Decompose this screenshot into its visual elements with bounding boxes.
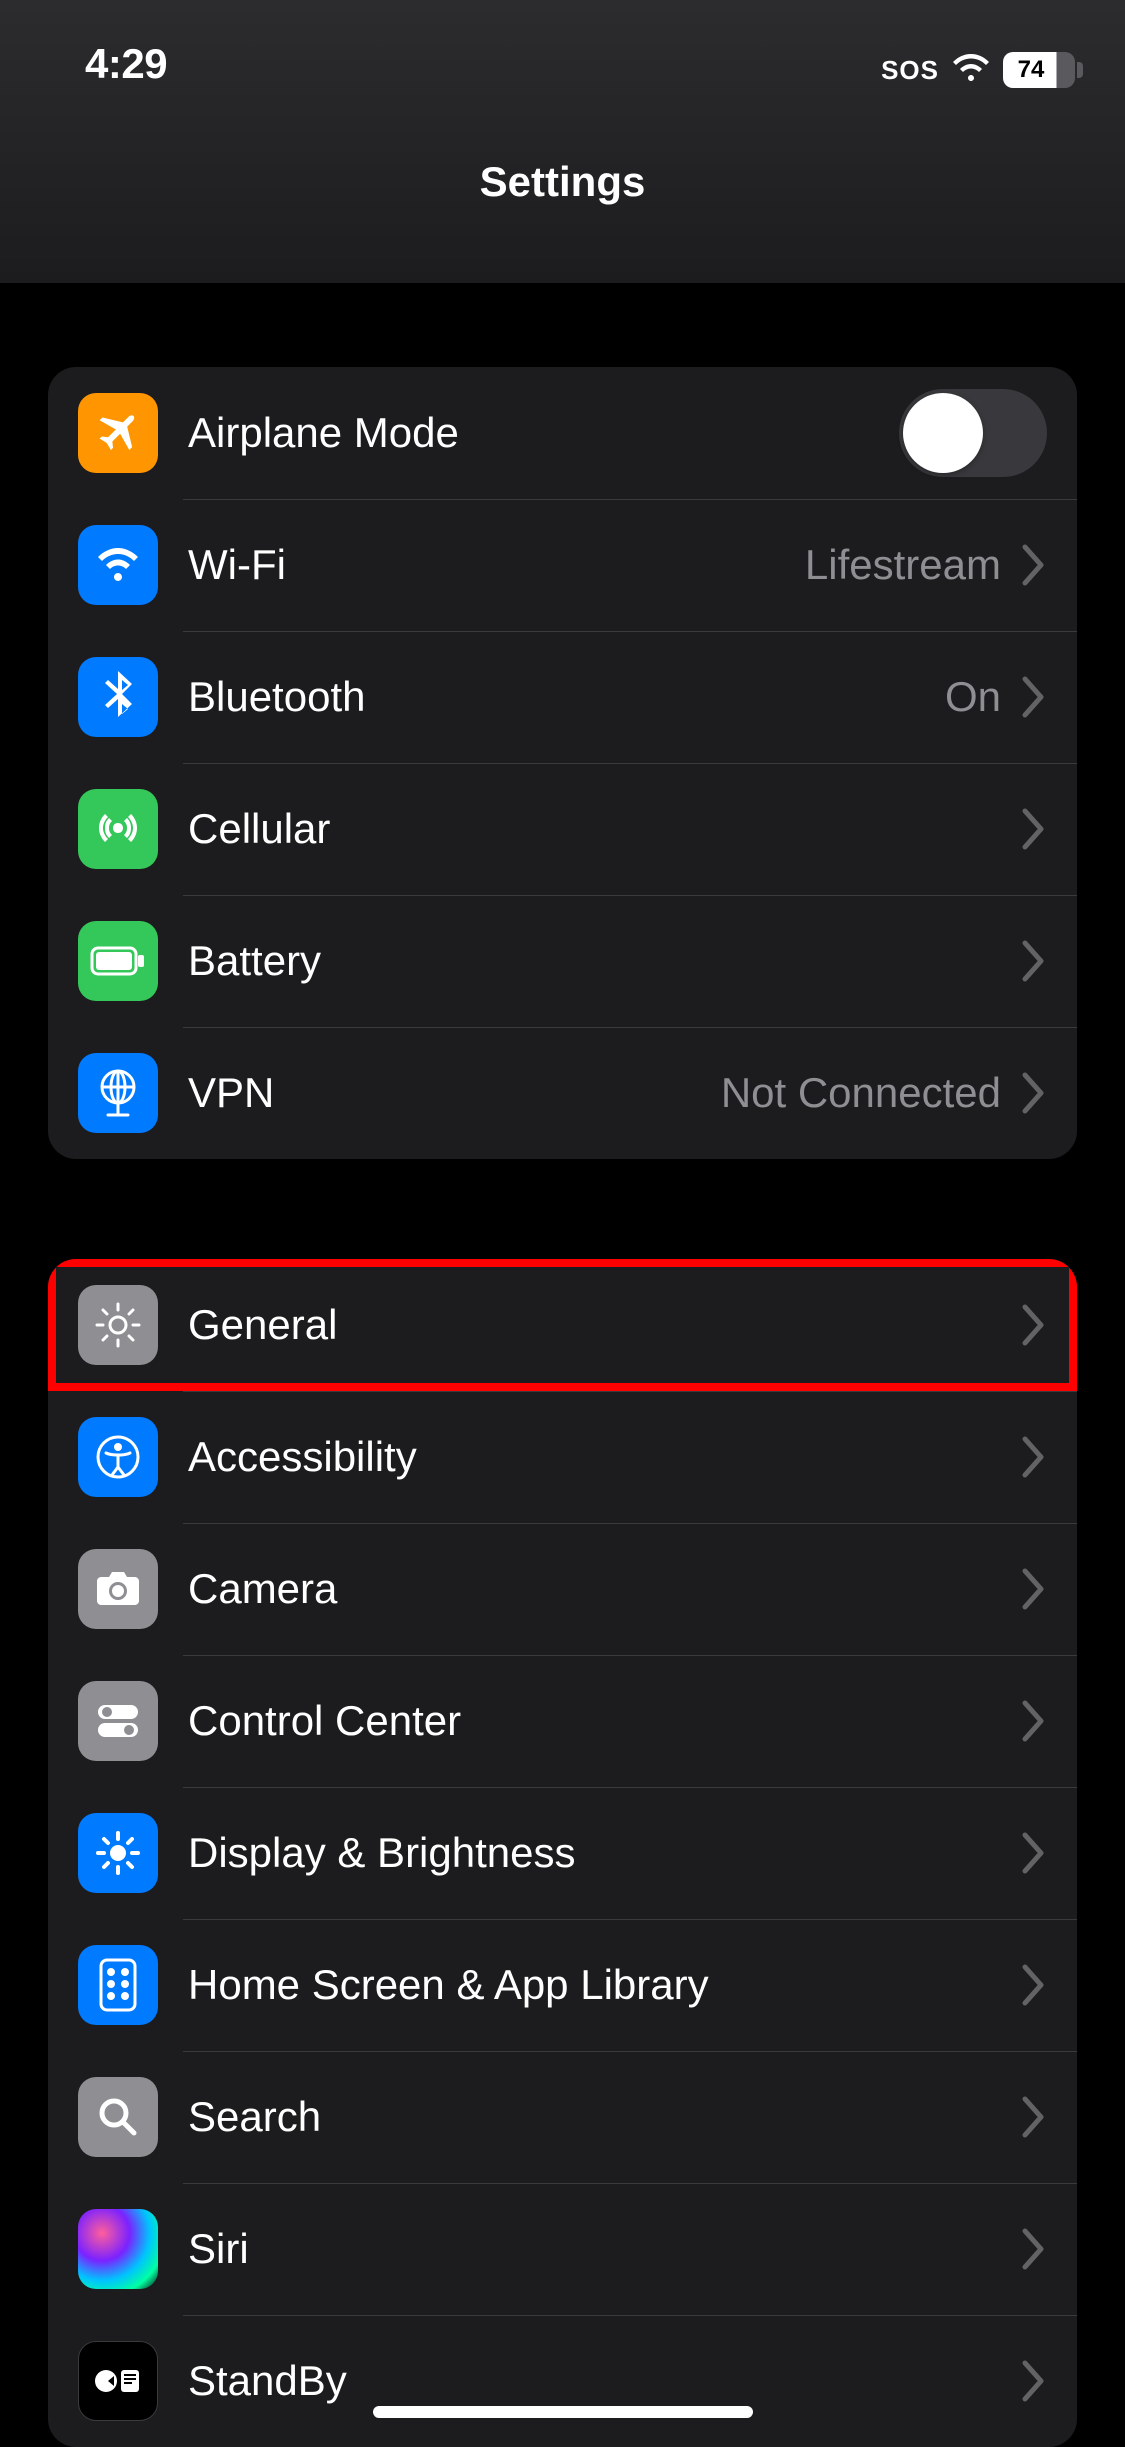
row-label: VPN [188, 1069, 721, 1117]
wifi-status-icon [951, 53, 991, 88]
row-search[interactable]: Search [48, 2051, 1077, 2183]
row-airplane-mode[interactable]: Airplane Mode [48, 367, 1077, 499]
row-wifi[interactable]: Wi-Fi Lifestream [48, 499, 1077, 631]
row-label: Bluetooth [188, 673, 945, 721]
row-bluetooth[interactable]: Bluetooth On [48, 631, 1077, 763]
battery-level: 74 [1018, 56, 1045, 84]
chevron-right-icon [1019, 1303, 1047, 1347]
row-vpn[interactable]: VPN Not Connected [48, 1027, 1077, 1159]
page-title: Settings [0, 100, 1125, 206]
row-siri[interactable]: Siri [48, 2183, 1077, 2315]
status-time: 4:29 [50, 40, 167, 88]
chevron-right-icon [1019, 807, 1047, 851]
camera-icon [78, 1549, 158, 1629]
row-value: Not Connected [721, 1069, 1001, 1117]
wifi-icon [78, 525, 158, 605]
control-center-icon [78, 1681, 158, 1761]
row-cellular[interactable]: Cellular [48, 763, 1077, 895]
row-label: Battery [188, 937, 1019, 985]
sos-indicator: SOS [881, 55, 939, 86]
chevron-right-icon [1019, 2227, 1047, 2271]
row-value: Lifestream [805, 541, 1001, 589]
row-label: Accessibility [188, 1433, 1019, 1481]
gear-icon [78, 1285, 158, 1365]
chevron-right-icon [1019, 2359, 1047, 2403]
row-standby[interactable]: StandBy [48, 2315, 1077, 2447]
row-label: General [188, 1301, 1019, 1349]
vpn-icon [78, 1053, 158, 1133]
chevron-right-icon [1019, 2095, 1047, 2139]
row-label: Control Center [188, 1697, 1019, 1745]
battery-indicator: 74 [1003, 52, 1075, 88]
siri-icon [78, 2209, 158, 2289]
accessibility-icon [78, 1417, 158, 1497]
chevron-right-icon [1019, 939, 1047, 983]
row-label: Home Screen & App Library [188, 1961, 1019, 2009]
row-label: Search [188, 2093, 1019, 2141]
row-label: Siri [188, 2225, 1019, 2273]
row-accessibility[interactable]: Accessibility [48, 1391, 1077, 1523]
chevron-right-icon [1019, 1963, 1047, 2007]
chevron-right-icon [1019, 675, 1047, 719]
row-label: Cellular [188, 805, 1019, 853]
toggle-thumb [903, 393, 983, 473]
settings-group-system: General Accessibility Camera Control Cen… [48, 1259, 1077, 2447]
home-indicator[interactable] [373, 2406, 753, 2418]
chevron-right-icon [1019, 543, 1047, 587]
header: 4:29 SOS 74 Settings [0, 0, 1125, 283]
cellular-icon [78, 789, 158, 869]
airplane-toggle[interactable] [899, 389, 1047, 477]
chevron-right-icon [1019, 1071, 1047, 1115]
status-bar: 4:29 SOS 74 [0, 0, 1125, 100]
battery-icon [78, 921, 158, 1001]
row-value: On [945, 673, 1001, 721]
row-label: Display & Brightness [188, 1829, 1019, 1877]
brightness-icon [78, 1813, 158, 1893]
chevron-right-icon [1019, 1699, 1047, 1743]
chevron-right-icon [1019, 1567, 1047, 1611]
row-label: StandBy [188, 2357, 1019, 2405]
standby-icon [78, 2341, 158, 2421]
apps-icon [78, 1945, 158, 2025]
row-label: Airplane Mode [188, 409, 899, 457]
row-general[interactable]: General [48, 1259, 1077, 1391]
row-control-center[interactable]: Control Center [48, 1655, 1077, 1787]
row-label: Camera [188, 1565, 1019, 1613]
row-display-brightness[interactable]: Display & Brightness [48, 1787, 1077, 1919]
settings-group-connectivity: Airplane Mode Wi-Fi Lifestream Bluetooth… [48, 367, 1077, 1159]
airplane-icon [78, 393, 158, 473]
chevron-right-icon [1019, 1435, 1047, 1479]
row-home-screen[interactable]: Home Screen & App Library [48, 1919, 1077, 2051]
status-indicators: SOS 74 [881, 52, 1075, 88]
row-battery[interactable]: Battery [48, 895, 1077, 1027]
row-label: Wi-Fi [188, 541, 805, 589]
bluetooth-icon [78, 657, 158, 737]
chevron-right-icon [1019, 1831, 1047, 1875]
row-camera[interactable]: Camera [48, 1523, 1077, 1655]
search-icon [78, 2077, 158, 2157]
